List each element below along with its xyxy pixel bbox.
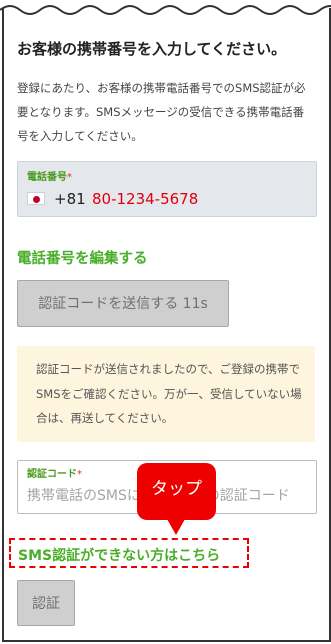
phone-number-label: 電話番号* (27, 172, 72, 183)
required-mark: * (77, 469, 82, 480)
cant-sms-link[interactable]: SMS認証ができない方はこちら (18, 545, 220, 565)
tap-callout-pointer (167, 519, 185, 535)
notice-text: 認証コードが送信されましたので、ご登録の携帯でSMSをご確認ください。万が一、受… (36, 362, 302, 425)
japan-flag-icon (27, 192, 45, 205)
phone-number-field[interactable]: 電話番号* +81 80-1234-5678 (17, 161, 317, 217)
page-title: お客様の携帯番号を入力してください。 (17, 40, 287, 58)
authenticate-button[interactable]: 認証 (17, 580, 75, 626)
send-code-button[interactable]: 認証コードを送信する 11s (17, 280, 229, 327)
cant-sms-highlight: SMS認証ができない方はこちら (9, 538, 249, 568)
sms-code-label: 認証コード* (27, 469, 82, 480)
edit-phone-number-link[interactable]: 電話番号を編集する (17, 247, 148, 268)
code-sent-notice: 認証コードが送信されましたので、ご登録の携帯でSMSをご確認ください。万が一、受… (17, 346, 315, 442)
tap-callout: タップ (137, 463, 216, 520)
page-description: 登録にあたり、お客様の携帯電話番号でのSMS認証が必要となります。SMSメッセー… (17, 81, 306, 143)
phone-number-value: 80-1234-5678 (92, 190, 199, 208)
country-code: +81 (54, 190, 86, 208)
required-mark: * (67, 172, 72, 183)
